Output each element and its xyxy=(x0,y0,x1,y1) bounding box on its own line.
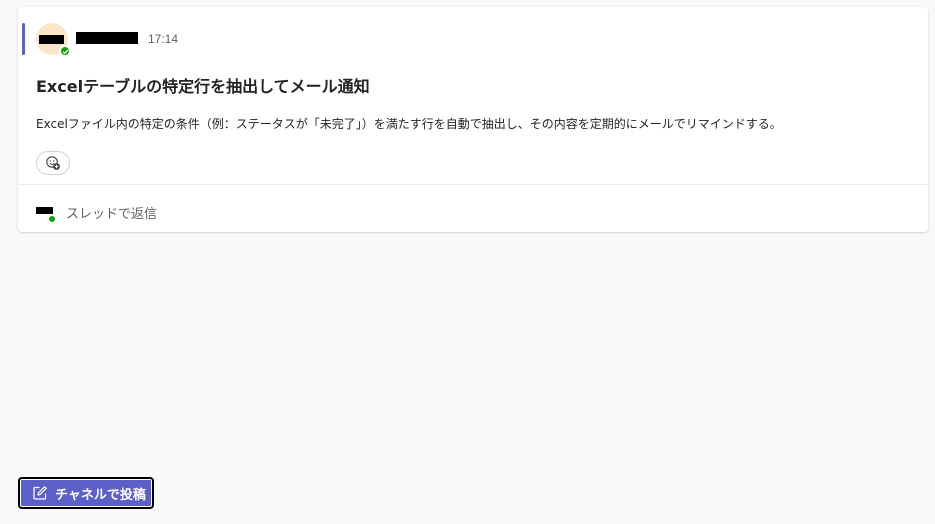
author-name-redacted[interactable] xyxy=(76,32,138,44)
compose-icon xyxy=(33,486,47,500)
post-accent-bar xyxy=(22,23,25,55)
presence-available-icon xyxy=(59,45,71,57)
reply-avatar-redaction xyxy=(36,207,53,214)
post-timestamp: 17:14 xyxy=(148,32,179,46)
post-title: Excelテーブルの特定行を抽出してメール通知 xyxy=(36,77,370,96)
reply-in-thread-link[interactable]: スレッドで返信 xyxy=(66,203,157,222)
avatar-redaction xyxy=(39,35,64,44)
post-card: 17:14 Excelテーブルの特定行を抽出してメール通知 Excelファイル内… xyxy=(18,7,928,232)
add-reaction-button[interactable] xyxy=(36,151,70,175)
channel-page: 17:14 Excelテーブルの特定行を抽出してメール通知 Excelファイル内… xyxy=(0,0,935,524)
new-post-label: チャネルで投稿 xyxy=(55,487,146,503)
new-post-button[interactable]: チャネルで投稿 xyxy=(18,477,154,509)
author-avatar[interactable] xyxy=(36,23,71,57)
card-divider xyxy=(18,184,928,185)
reply-avatar xyxy=(36,203,56,223)
add-reaction-icon xyxy=(46,156,60,170)
reply-presence-icon xyxy=(48,215,56,223)
post-body: Excelファイル内の特定の条件（例：ステータスが「未完了」）を満たす行を自動で… xyxy=(36,117,782,131)
